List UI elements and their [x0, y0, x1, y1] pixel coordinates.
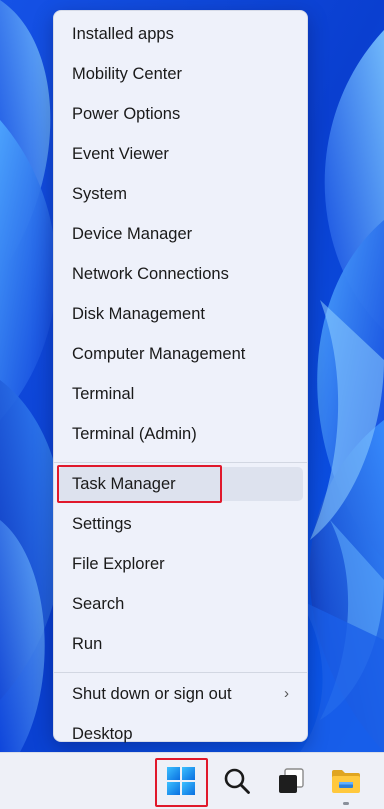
menu-separator: [54, 462, 307, 463]
menu-item-run[interactable]: Run: [58, 627, 303, 661]
menu-item-disk-management[interactable]: Disk Management: [58, 297, 303, 331]
windows-logo-icon: [167, 767, 195, 795]
menu-item-computer-management[interactable]: Computer Management: [58, 337, 303, 371]
menu-item-label: Event Viewer: [72, 144, 169, 163]
menu-item-shut-down-or-sign-out[interactable]: Shut down or sign out ›: [58, 677, 303, 711]
taskbar: [0, 752, 384, 809]
menu-item-label: Network Connections: [72, 264, 229, 283]
search-icon: [224, 768, 250, 794]
menu-item-power-options[interactable]: Power Options: [58, 97, 303, 131]
task-view-icon: [279, 768, 304, 793]
start-button[interactable]: [161, 761, 201, 801]
menu-item-label: Computer Management: [72, 344, 246, 363]
menu-item-label: Terminal: [72, 384, 135, 403]
task-view-button[interactable]: [271, 761, 311, 801]
menu-item-file-explorer[interactable]: File Explorer: [58, 547, 303, 581]
menu-item-label: Task Manager: [72, 474, 176, 493]
menu-item-label: Terminal (Admin): [72, 424, 197, 443]
menu-item-desktop[interactable]: Desktop: [58, 717, 303, 751]
menu-item-label: Mobility Center: [72, 64, 183, 83]
search-button[interactable]: [217, 761, 257, 801]
menu-item-label: Device Manager: [72, 224, 193, 243]
menu-item-network-connections[interactable]: Network Connections: [58, 257, 303, 291]
file-explorer-button[interactable]: [326, 761, 366, 801]
menu-separator: [54, 672, 307, 673]
folder-icon: [332, 770, 360, 793]
menu-item-mobility-center[interactable]: Mobility Center: [58, 57, 303, 91]
menu-item-label: System: [72, 184, 128, 203]
menu-item-label: Run: [72, 634, 103, 653]
menu-item-installed-apps[interactable]: Installed apps: [58, 17, 303, 51]
menu-item-event-viewer[interactable]: Event Viewer: [58, 137, 303, 171]
menu-item-search[interactable]: Search: [58, 587, 303, 621]
desktop-screen: Installed apps Mobility Center Power Optio…: [0, 0, 384, 809]
menu-item-label: Settings: [72, 514, 132, 533]
menu-item-label: Disk Management: [72, 304, 205, 323]
menu-item-label: Search: [72, 594, 125, 613]
menu-item-label: Installed apps: [72, 24, 174, 43]
quick-link-menu: Installed apps Mobility Center Power Optio…: [53, 10, 308, 743]
menu-item-device-manager[interactable]: Device Manager: [58, 217, 303, 251]
menu-item-label: Desktop: [72, 724, 133, 743]
chevron-right-icon: ›: [284, 685, 289, 702]
menu-item-label: Shut down or sign out: [72, 684, 232, 703]
menu-item-label: File Explorer: [72, 554, 165, 573]
menu-item-terminal[interactable]: Terminal: [58, 377, 303, 411]
menu-item-task-manager[interactable]: Task Manager: [58, 467, 303, 501]
menu-item-system[interactable]: System: [58, 177, 303, 211]
menu-item-terminal-admin[interactable]: Terminal (Admin): [58, 417, 303, 451]
menu-item-label: Power Options: [72, 104, 181, 123]
menu-item-settings[interactable]: Settings: [58, 507, 303, 541]
file-explorer-running-indicator: [343, 802, 349, 805]
